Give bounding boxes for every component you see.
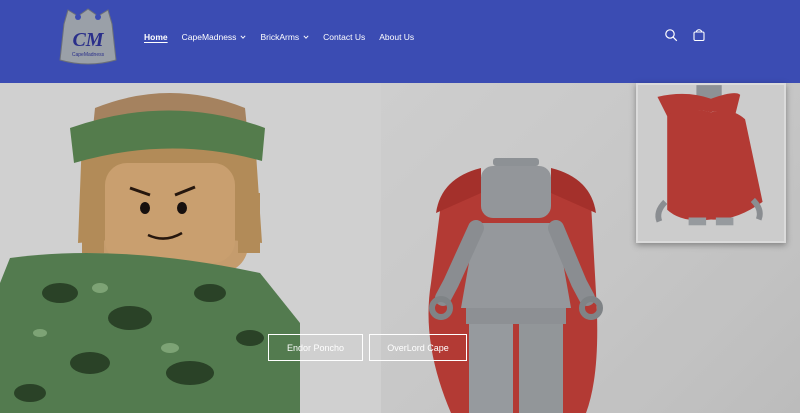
chevron-down-icon (240, 34, 246, 40)
overlord-cape-button[interactable]: OverLord Cape (369, 334, 467, 361)
inset-image-cape-back (636, 83, 786, 243)
nav-item-contact-us[interactable]: Contact Us (323, 32, 365, 42)
nav-item-label: About Us (379, 32, 415, 42)
site-header: CM CapeMadness Home CapeMadness BrickArm… (0, 0, 800, 83)
nav-item-about-us[interactable]: About Us (379, 32, 414, 42)
hero-buttons: Endor Poncho OverLord Cape (268, 334, 467, 361)
nav-item-capemadness[interactable]: CapeMadness (182, 32, 247, 42)
nav-item-label: Contact Us (323, 32, 366, 42)
search-icon[interactable] (664, 28, 678, 42)
nav-item-brickarms[interactable]: BrickArms (260, 32, 309, 42)
endor-poncho-button[interactable]: Endor Poncho (268, 334, 363, 361)
hero-image-endor-poncho (0, 83, 381, 413)
main-nav: Home CapeMadness BrickArms Contact Us Ab… (144, 28, 428, 46)
header-actions (664, 28, 706, 42)
nav-item-label: Home (144, 32, 168, 42)
site-logo[interactable]: CM CapeMadness (54, 6, 122, 68)
cape-back-icon (638, 85, 784, 241)
minifig-endor-icon (0, 83, 381, 413)
nav-item-label: CapeMadness (181, 32, 237, 42)
chevron-down-icon (303, 34, 309, 40)
logo-text: CM (72, 29, 104, 51)
nav-item-label: BrickArms (260, 32, 300, 42)
cart-icon[interactable] (692, 28, 706, 42)
logo-subtext: CapeMadness (72, 52, 105, 58)
logo-shield-icon: CM CapeMadness (59, 8, 117, 65)
nav-item-home[interactable]: Home (144, 32, 168, 42)
